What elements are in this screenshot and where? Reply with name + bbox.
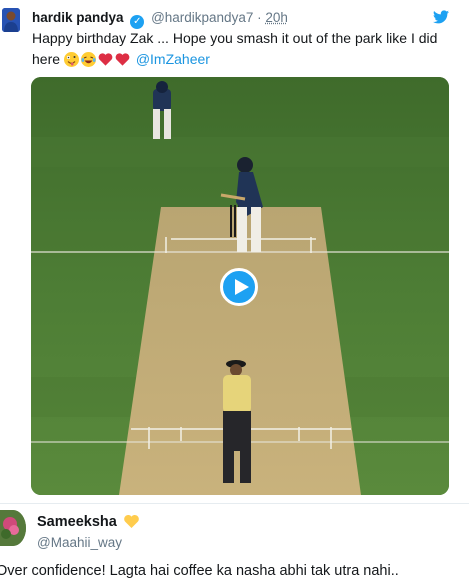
red-heart-icon bbox=[98, 52, 113, 67]
tweet-text: Happy birthday Zak ... Hope you smash it… bbox=[32, 28, 457, 70]
verified-badge-icon: ✓ bbox=[130, 15, 145, 29]
twitter-bird-icon[interactable] bbox=[433, 10, 449, 24]
divider bbox=[0, 503, 469, 504]
tweet-card[interactable]: hardik pandya ✓ @hardikpandya7 · 20h Hap… bbox=[0, 0, 469, 505]
play-icon[interactable] bbox=[220, 268, 258, 306]
author-name[interactable]: hardik pandya bbox=[32, 10, 124, 25]
tweet-timestamp[interactable]: 20h bbox=[265, 10, 288, 25]
yellow-heart-icon bbox=[123, 514, 140, 533]
separator: · bbox=[257, 10, 262, 25]
red-heart-icon bbox=[115, 52, 130, 67]
reply-avatar[interactable] bbox=[0, 510, 26, 546]
video-player[interactable] bbox=[31, 77, 449, 495]
laughing-tears-emoji-icon bbox=[80, 52, 96, 67]
reply-text: Over confidence! Lagta hai coffee ka nas… bbox=[0, 563, 399, 579]
crazy-face-emoji-icon bbox=[63, 52, 79, 67]
reply-author-handle[interactable]: @Maahii_way bbox=[37, 535, 122, 550]
author-avatar[interactable] bbox=[2, 8, 20, 32]
author-handle[interactable]: @hardikpandya7 bbox=[151, 10, 253, 25]
tweet-header: hardik pandya ✓ @hardikpandya7 · 20h bbox=[32, 10, 288, 29]
reply-author-name[interactable]: Sameeksha bbox=[37, 514, 140, 533]
reply-author-name-text: Sameeksha bbox=[37, 514, 117, 530]
mention-link[interactable]: @ImZaheer bbox=[136, 51, 210, 67]
